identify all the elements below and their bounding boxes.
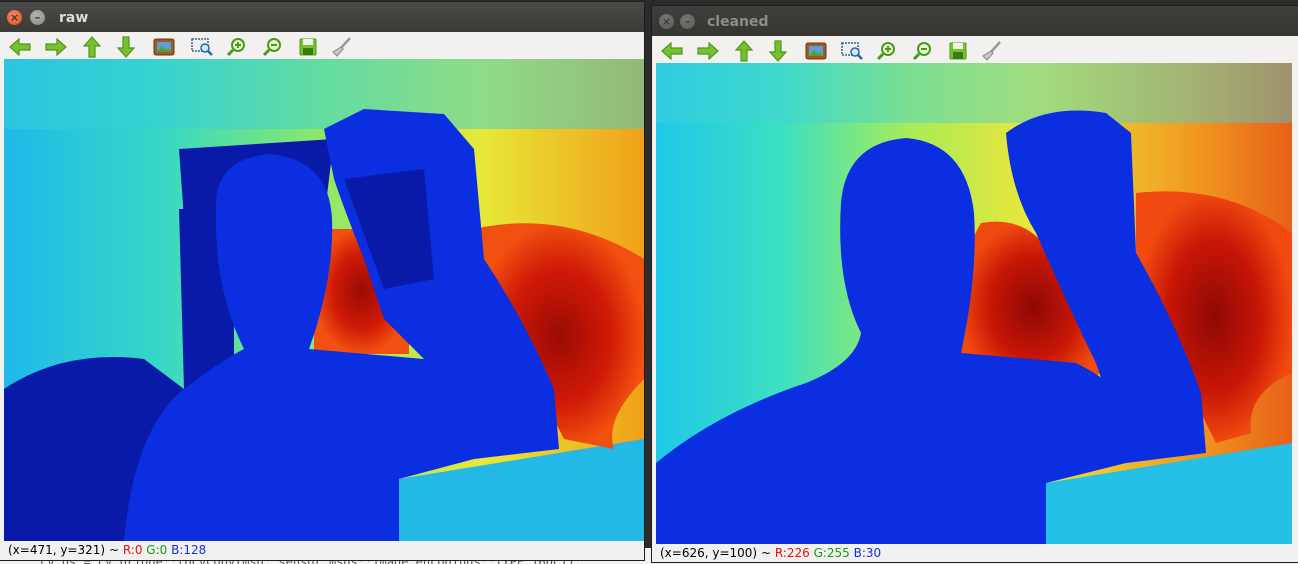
zoom-rect-button[interactable] [190,36,214,58]
pixel-blue: B:30 [853,546,882,560]
zoom-rect-button[interactable] [840,40,864,62]
arrow-right-icon [45,38,67,56]
pixel-red: R:226 [774,546,810,560]
zoom-in-button[interactable] [224,36,248,58]
zoom-in-button[interactable] [874,40,898,62]
brush-button[interactable] [980,40,1004,62]
zoom-in-icon [226,37,246,57]
arrow-left-button[interactable] [660,40,684,62]
pixel-blue: B:128 [171,543,207,557]
status-separator: ~ [105,543,123,557]
image-button[interactable] [152,36,176,58]
close-button[interactable]: × [7,10,22,25]
window-title: raw [59,10,89,26]
image-canvas-raw[interactable] [4,59,644,541]
brush-button[interactable] [330,36,354,58]
image-canvas-cleaned[interactable] [656,63,1292,544]
window-cleaned: × – cleaned (x=626, y=100) ~ R:226 G:255… [652,6,1298,562]
save-button[interactable] [296,36,320,58]
save-icon [949,42,967,60]
image-icon [805,42,827,60]
arrow-right-button[interactable] [44,36,68,58]
arrow-up-button[interactable] [732,40,756,62]
window-title: cleaned [707,14,769,30]
zoom-out-icon [262,37,282,57]
zoom-out-button[interactable] [910,40,934,62]
pixel-green: G:255 [813,546,850,560]
titlebar-cleaned[interactable]: × – cleaned [652,6,1298,36]
zoom-in-icon [876,41,896,61]
pixel-coords: (x=626, y=100) [660,546,758,560]
save-button[interactable] [946,40,970,62]
statusbar-raw: (x=471, y=321) ~ R:0 G:0 B:128 [4,541,210,559]
zoom-rect-icon [841,41,863,61]
arrow-left-button[interactable] [8,36,32,58]
arrow-left-icon [661,42,683,60]
brush-icon [332,37,352,57]
depth-image-cleaned [656,63,1292,544]
titlebar-raw[interactable]: × – raw [0,2,644,32]
zoom-out-button[interactable] [260,36,284,58]
arrow-down-button[interactable] [766,40,790,62]
pixel-red: R:0 [122,543,143,557]
depth-image-raw [4,59,644,541]
arrow-down-button[interactable] [114,36,138,58]
image-icon [153,38,175,56]
arrow-right-button[interactable] [696,40,720,62]
brush-icon [982,41,1002,61]
minimize-button[interactable]: – [680,14,695,29]
pixel-green: G:0 [146,543,168,557]
image-button[interactable] [804,40,828,62]
toolbar-raw [0,32,644,62]
arrow-up-icon [83,36,101,58]
arrow-down-icon [769,40,787,62]
arrow-left-icon [9,38,31,56]
arrow-up-button[interactable] [80,36,104,58]
arrow-down-icon [117,36,135,58]
statusbar-cleaned: (x=626, y=100) ~ R:226 G:255 B:30 [656,544,882,562]
zoom-out-icon [912,41,932,61]
minimize-button[interactable]: – [30,10,45,25]
status-separator: ~ [757,546,775,560]
zoom-rect-icon [191,37,213,57]
save-icon [299,38,317,56]
toolbar-cleaned [652,36,1298,66]
window-raw: × – raw (x=471, y=321) ~ R:0 G:0 B:128 [0,2,644,560]
close-button[interactable]: × [659,14,674,29]
arrow-up-icon [735,40,753,62]
pixel-coords: (x=471, y=321) [8,543,106,557]
arrow-right-icon [697,42,719,60]
